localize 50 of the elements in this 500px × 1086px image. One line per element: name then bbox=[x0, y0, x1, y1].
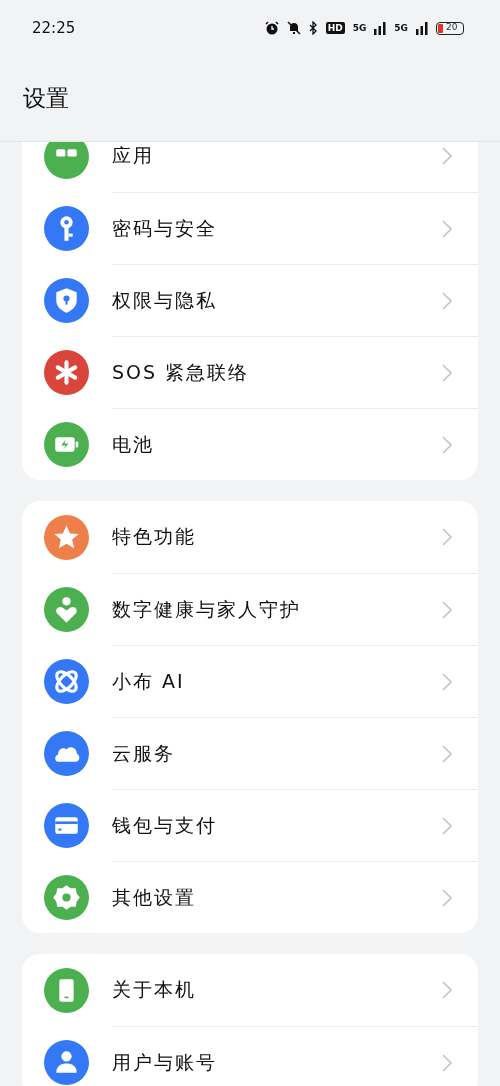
item-label: 电池 bbox=[112, 431, 154, 457]
chevron-icon bbox=[442, 528, 452, 546]
battery-percent: 20 bbox=[446, 21, 458, 32]
item-label: 云服务 bbox=[112, 740, 175, 766]
signal-icon bbox=[374, 21, 387, 35]
chevron-icon bbox=[442, 816, 452, 835]
chevron-icon bbox=[442, 147, 452, 165]
chevron-icon bbox=[442, 363, 452, 382]
network-label: 5G bbox=[352, 23, 367, 33]
bell-muted-icon bbox=[286, 21, 301, 35]
status-time: 22:25 bbox=[32, 19, 76, 37]
chevron-icon bbox=[442, 435, 452, 454]
network-label: 5G bbox=[394, 23, 408, 33]
item-label: 权限与隐私 bbox=[112, 287, 217, 313]
chevron-icon bbox=[442, 600, 452, 619]
item-label: 数字健康与家人守护 bbox=[112, 596, 301, 622]
bluetooth-icon bbox=[308, 21, 318, 35]
item-label: 关于本机 bbox=[112, 977, 196, 1002]
item-label: 其他设置 bbox=[112, 884, 196, 910]
settings-item[interactable]: 数字健康与家人守护 bbox=[22, 573, 478, 645]
settings-item[interactable]: 电池 bbox=[22, 408, 478, 480]
chevron-icon bbox=[442, 744, 452, 763]
item-label: 密码与安全 bbox=[112, 215, 217, 241]
item-label: 小布 AI bbox=[112, 668, 185, 694]
hd-badge: HD bbox=[325, 22, 345, 34]
settings-item[interactable]: 密码与安全 bbox=[22, 192, 478, 264]
chevron-icon bbox=[442, 1053, 452, 1072]
item-label: 钱包与支付 bbox=[112, 812, 217, 838]
settings-item[interactable]: 用户与账号 bbox=[22, 1026, 478, 1086]
settings-item[interactable]: SOS 紧急联络 bbox=[22, 336, 478, 408]
settings-item[interactable]: 云服务 bbox=[22, 717, 478, 789]
alarm-icon bbox=[264, 21, 279, 35]
chevron-icon bbox=[442, 888, 452, 907]
item-label: 应用 bbox=[112, 143, 154, 168]
signal-icon bbox=[416, 21, 428, 35]
settings-item[interactable]: 关于本机 bbox=[22, 954, 478, 1026]
chevron-icon bbox=[442, 291, 452, 310]
chevron-icon bbox=[442, 672, 452, 691]
item-label: SOS 紧急联络 bbox=[112, 359, 250, 385]
chevron-icon bbox=[442, 981, 452, 999]
settings-item[interactable]: 权限与隐私 bbox=[22, 264, 478, 336]
chevron-icon bbox=[442, 219, 452, 238]
settings-item[interactable]: 其他设置 bbox=[22, 861, 478, 933]
settings-item[interactable]: 特色功能 bbox=[22, 501, 478, 573]
settings-item[interactable]: 应用 bbox=[22, 142, 478, 192]
item-label: 特色功能 bbox=[112, 524, 196, 549]
settings-item[interactable]: 钱包与支付 bbox=[22, 789, 478, 861]
page-title: 设置 bbox=[23, 84, 69, 113]
settings-item[interactable]: 小布 AI bbox=[22, 645, 478, 717]
item-label: 用户与账号 bbox=[112, 1049, 217, 1075]
